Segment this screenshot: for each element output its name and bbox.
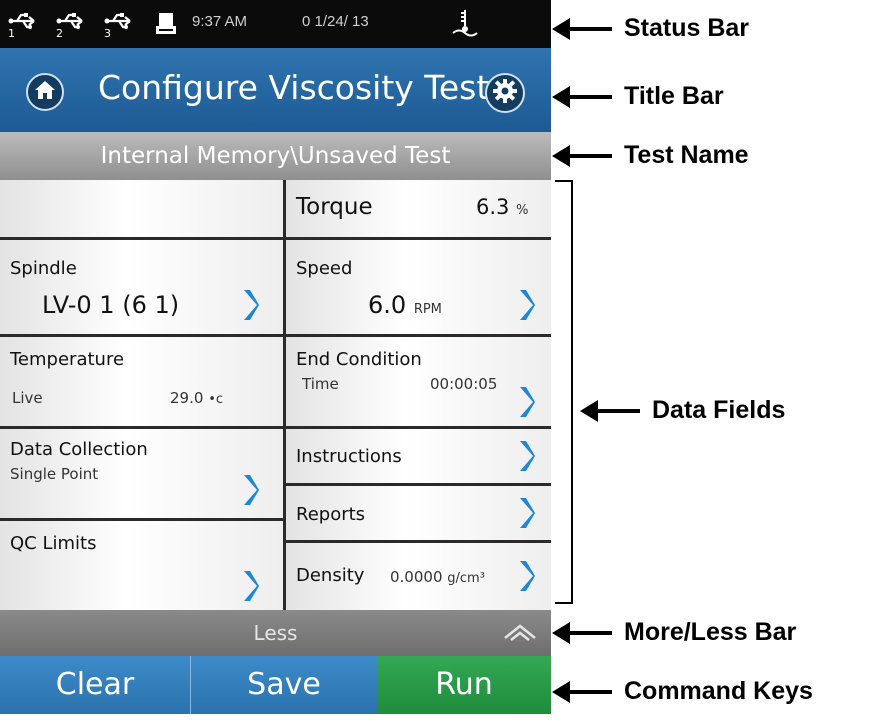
end-condition-label: End Condition (296, 349, 422, 370)
annotation-arrow (552, 681, 612, 703)
page-title: Configure Viscosity Test (98, 68, 490, 107)
usb-icon: 3 (104, 12, 134, 40)
usb-icon: 2 (56, 12, 86, 40)
home-button[interactable] (26, 73, 64, 111)
spindle-label: Spindle (10, 258, 77, 279)
printer-icon (155, 12, 177, 40)
reports-label: Reports (296, 504, 366, 525)
speed-field[interactable]: Speed 6.0 RPM (286, 240, 551, 337)
density-unit: g/cm³ (447, 571, 485, 586)
chevron-up-icon (504, 624, 536, 641)
annotation-more-less-bar: More/Less Bar (624, 618, 797, 646)
chevron-right-icon (520, 561, 535, 591)
chevron-right-icon (520, 498, 535, 528)
annotation-arrow (552, 145, 612, 167)
torque-unit: % (516, 203, 529, 218)
annotation-bracket (555, 180, 573, 604)
annotation-test-name: Test Name (624, 141, 749, 169)
annotation-arrow (552, 86, 612, 108)
spindle-field[interactable]: Spindle LV-0 1 (6 1) (0, 240, 283, 337)
data-fields: Spindle LV-0 1 (6 1) Temperature Live 29… (0, 180, 551, 610)
level-icon (450, 8, 480, 42)
data-collection-label: Data Collection (10, 439, 148, 460)
usb-port-number: 1 (8, 27, 15, 40)
status-bar: 1 2 3 9:37 AM 0 1/24/ 13 (0, 0, 551, 48)
density-value: 0.0000 g/cm³ (390, 568, 485, 586)
chevron-right-icon (520, 290, 535, 320)
temperature-mode: Live (12, 389, 43, 407)
qc-limits-label: QC Limits (10, 533, 97, 554)
torque-value: 6.3 % (476, 195, 529, 219)
temperature-label: Temperature (10, 349, 125, 370)
device-screen: 1 2 3 9:37 AM 0 1/24/ 13 Configure Visco… (0, 0, 551, 714)
chevron-right-icon (244, 571, 259, 601)
end-condition-value: 00:00:05 (430, 375, 498, 393)
end-condition-field[interactable]: End Condition Time 00:00:05 (286, 337, 551, 429)
qc-limits-field[interactable]: QC Limits (0, 521, 283, 610)
speed-label: Speed (296, 258, 353, 279)
torque-field: Torque 6.3 % (286, 180, 551, 240)
clock-time: 9:37 AM (192, 13, 248, 30)
data-collection-value: Single Point (10, 465, 99, 483)
density-field[interactable]: Density 0.0000 g/cm³ (286, 543, 551, 610)
annotation-data-fields: Data Fields (652, 396, 786, 424)
chevron-right-icon (520, 387, 535, 417)
chevron-right-icon (520, 441, 535, 471)
reports-field[interactable]: Reports (286, 486, 551, 543)
settings-button[interactable] (485, 73, 525, 113)
usb-port-number: 2 (56, 27, 63, 40)
usb-port-number: 3 (104, 27, 111, 40)
density-label: Density (296, 565, 365, 586)
home-icon (34, 80, 56, 104)
annotation-status-bar: Status Bar (624, 14, 750, 42)
instructions-field[interactable]: Instructions (286, 429, 551, 486)
annotation-arrow (552, 622, 612, 644)
data-collection-field[interactable]: Data Collection Single Point (0, 429, 283, 521)
end-condition-mode: Time (302, 375, 339, 393)
annotation-title-bar: Title Bar (624, 82, 724, 110)
chevron-right-icon (244, 290, 259, 320)
annotation-arrow (552, 18, 612, 40)
more-less-label: Less (253, 621, 298, 645)
save-button[interactable]: Save (191, 656, 377, 714)
chevron-right-icon (244, 475, 259, 505)
temperature-value: 29.0 •c (170, 389, 224, 407)
torque-label: Torque (296, 194, 373, 220)
gear-icon (492, 78, 518, 108)
annotation-command-keys: Command Keys (624, 677, 813, 705)
more-less-bar[interactable]: Less (0, 610, 551, 656)
annotation-arrow (580, 400, 640, 422)
clock-date: 0 1/24/ 13 (302, 13, 369, 30)
run-button[interactable]: Run (377, 656, 551, 714)
instructions-label: Instructions (296, 446, 402, 467)
spindle-value: LV-0 1 (6 1) (42, 291, 180, 319)
empty-field (0, 180, 283, 240)
temperature-unit: •c (208, 392, 224, 407)
test-name-bar: Internal Memory\Unsaved Test (0, 132, 551, 180)
speed-value: 6.0 RPM (368, 291, 442, 319)
usb-icon: 1 (8, 12, 38, 40)
temperature-field: Temperature Live 29.0 •c (0, 337, 283, 429)
title-bar: Configure Viscosity Test (0, 48, 551, 132)
clear-button[interactable]: Clear (0, 656, 191, 714)
speed-unit: RPM (413, 302, 442, 317)
